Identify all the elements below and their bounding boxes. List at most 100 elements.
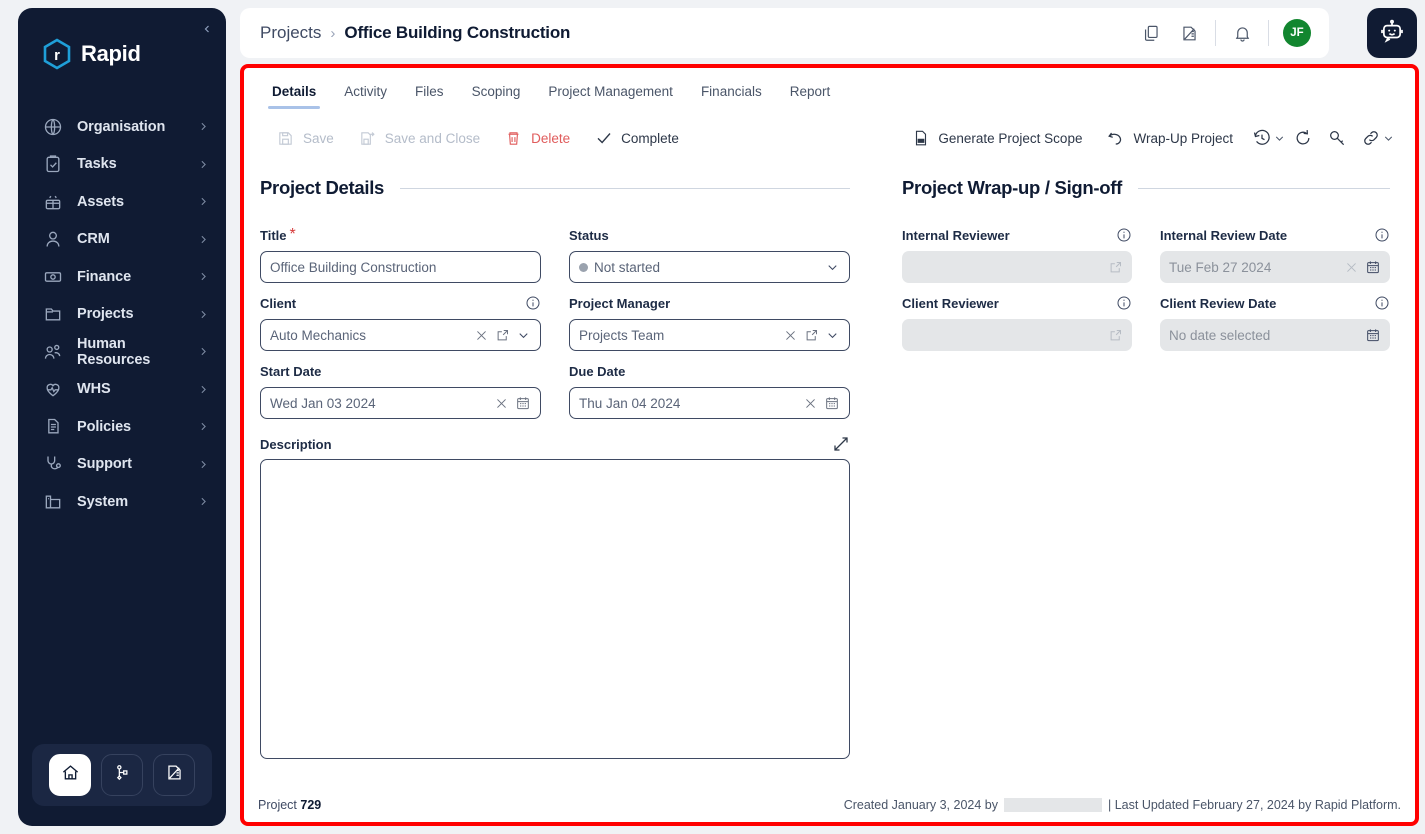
tab-project-management[interactable]: Project Management (534, 78, 687, 109)
sidebar-item-projects[interactable]: Projects (18, 296, 226, 334)
heart-pulse-icon (42, 378, 64, 400)
avatar[interactable]: JF (1283, 19, 1311, 47)
tab-details[interactable]: Details (258, 78, 330, 109)
server-icon (42, 491, 64, 513)
info-icon[interactable] (1116, 227, 1132, 243)
history-chevron-down-icon[interactable] (1273, 132, 1286, 145)
calendar-icon[interactable] (515, 395, 531, 411)
internal-review-date-input: Tue Feb 27 2024 (1160, 251, 1390, 283)
tab-scoping[interactable]: Scoping (458, 78, 535, 109)
status-label: Status (569, 227, 609, 243)
wrap-up-project-button[interactable]: Wrap-Up Project (1094, 125, 1245, 152)
complete-button[interactable]: Complete (582, 125, 691, 152)
sidebar-item-whs[interactable]: WHS (18, 371, 226, 409)
delete-label: Delete (531, 130, 571, 146)
info-icon[interactable] (1374, 227, 1390, 243)
clear-x-icon[interactable] (783, 328, 798, 343)
save-and-close-button[interactable]: Save and Close (346, 125, 492, 152)
link-chevron-down-icon[interactable] (1382, 132, 1395, 145)
record-identifier: Project 729 (258, 798, 321, 812)
info-icon[interactable] (525, 295, 541, 311)
tab-financials[interactable]: Financials (687, 78, 776, 109)
tab-bar: Details Activity Files Scoping Project M… (258, 68, 1401, 109)
description-textarea[interactable] (260, 459, 850, 759)
stethoscope-icon (42, 453, 64, 475)
info-icon[interactable] (1374, 295, 1390, 311)
sidebar-item-label: System (77, 493, 128, 510)
ruler-document-button[interactable] (153, 754, 195, 796)
chevron-right-icon (197, 120, 210, 133)
brand-logo[interactable]: r Rapid (18, 8, 226, 70)
trash-icon (504, 129, 523, 148)
sidebar-item-label: Assets (77, 193, 124, 210)
sidebar-item-crm[interactable]: CRM (18, 221, 226, 259)
folder-icon (42, 303, 64, 325)
generate-project-scope-button[interactable]: Generate Project Scope (899, 125, 1094, 152)
tab-activity[interactable]: Activity (330, 78, 401, 109)
clear-x-icon[interactable] (474, 328, 489, 343)
calendar-icon[interactable] (824, 395, 840, 411)
calendar-icon[interactable] (1365, 327, 1381, 343)
calendar-icon[interactable] (1365, 259, 1381, 275)
sitemap-button[interactable] (101, 754, 143, 796)
status-select[interactable]: Not started (569, 251, 850, 283)
description-label: Description (260, 436, 332, 452)
home-button[interactable] (49, 754, 91, 796)
status-dot-icon (579, 262, 588, 272)
sidebar-item-support[interactable]: Support (18, 446, 226, 484)
due-date-input[interactable]: Thu Jan 04 2024 (569, 387, 850, 419)
generate-project-scope-label: Generate Project Scope (938, 130, 1083, 146)
chatbot-button[interactable] (1367, 8, 1417, 58)
chevron-right-icon (197, 195, 210, 208)
title-input[interactable]: Office Building Construction (260, 251, 541, 283)
expand-diagonal-icon[interactable] (832, 435, 850, 453)
chevron-down-icon[interactable] (516, 328, 531, 343)
field-internal-reviewer: Internal Reviewer (902, 225, 1132, 283)
pdf-icon (911, 129, 930, 148)
delete-button[interactable]: Delete (492, 125, 582, 152)
copy-pages-icon[interactable] (1139, 21, 1163, 45)
sidebar-item-finance[interactable]: Finance (18, 258, 226, 296)
project-manager-value: Projects Team (579, 327, 665, 343)
clear-x-icon[interactable] (803, 396, 818, 411)
refresh-icon[interactable] (1286, 123, 1320, 153)
chevron-down-icon[interactable] (825, 328, 840, 343)
main-content-panel: Details Activity Files Scoping Project M… (240, 64, 1419, 826)
sidebar-item-assets[interactable]: Assets (18, 183, 226, 221)
section-divider (400, 187, 850, 189)
sidebar-item-label: WHS (77, 381, 111, 398)
section-title: Project Wrap-up / Sign-off (902, 177, 1123, 198)
key-icon[interactable] (1320, 123, 1354, 153)
home-icon (61, 763, 80, 787)
breadcrumb-root-link[interactable]: Projects (260, 23, 321, 43)
bell-icon[interactable] (1230, 21, 1254, 45)
sidebar-item-human-resources[interactable]: Human Resources (18, 333, 226, 371)
record-audit-info: Created January 3, 2024 by | Last Update… (844, 798, 1401, 812)
save-disk-icon (276, 129, 295, 148)
sidebar-item-tasks[interactable]: Tasks (18, 146, 226, 184)
person-icon (42, 228, 64, 250)
client-lookup[interactable]: Auto Mechanics (260, 319, 541, 351)
open-record-icon[interactable] (804, 328, 819, 343)
save-close-icon (358, 129, 377, 148)
clear-x-icon[interactable] (494, 396, 509, 411)
sidebar-item-policies[interactable]: Policies (18, 408, 226, 446)
sidebar-item-organisation[interactable]: Organisation (18, 108, 226, 146)
project-manager-label: Project Manager (569, 295, 671, 311)
globe-icon (42, 116, 64, 138)
open-record-icon[interactable] (495, 328, 510, 343)
sidebar-item-label: Finance (77, 268, 132, 285)
field-client: Client Auto Mechanics (260, 293, 541, 351)
info-icon[interactable] (1116, 295, 1132, 311)
svg-text:r: r (54, 47, 60, 64)
save-button[interactable]: Save (264, 125, 346, 152)
sidebar-item-label: Human Resources (77, 335, 151, 368)
ruler-measure-icon[interactable] (1177, 21, 1201, 45)
project-manager-lookup[interactable]: Projects Team (569, 319, 850, 351)
sidebar-collapse-button[interactable] (196, 18, 218, 40)
start-date-input[interactable]: Wed Jan 03 2024 (260, 387, 541, 419)
tab-report[interactable]: Report (776, 78, 845, 109)
chevron-down-icon[interactable] (825, 260, 840, 275)
sidebar-item-system[interactable]: System (18, 483, 226, 521)
tab-files[interactable]: Files (401, 78, 458, 109)
